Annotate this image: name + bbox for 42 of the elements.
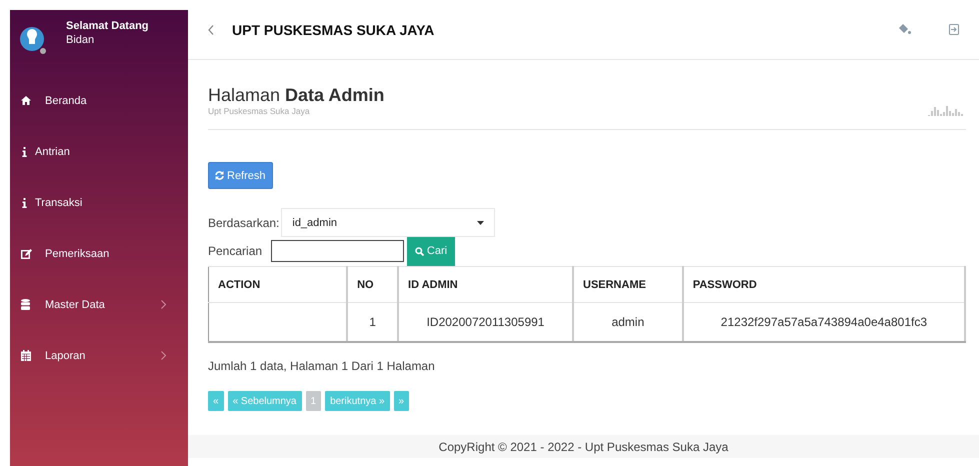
search-icon	[414, 246, 424, 256]
sidebar-item[interactable]: Master Data	[10, 279, 188, 330]
caret-down-icon	[477, 220, 484, 224]
edit-icon	[21, 248, 32, 258]
column-header: NO	[347, 266, 398, 302]
refresh-icon	[215, 171, 224, 180]
filter-label: Berdasarkan:	[208, 216, 280, 230]
info-icon	[22, 198, 27, 208]
sidebar-item[interactable]: Pemeriksaan	[10, 228, 188, 279]
column-header: PASSWORD	[682, 266, 965, 302]
sidebar-item[interactable]: Antrian	[10, 126, 188, 177]
home-icon	[21, 96, 31, 105]
table-cell: 1	[347, 302, 398, 342]
calendar-icon	[21, 350, 31, 361]
page-subtitle: Upt Puskesmas Suka Jaya	[208, 106, 311, 116]
user-role: Bidan	[66, 33, 96, 47]
bar-chart-icon	[928, 106, 966, 116]
sidebar-item[interactable]: Laporan	[10, 330, 188, 381]
app-title: UPT PUSKESMAS SUKA JAYA	[232, 22, 436, 38]
status-dot	[40, 48, 46, 54]
back-button[interactable]	[208, 24, 214, 34]
column-header: ACTION	[208, 266, 348, 302]
info-icon	[22, 146, 27, 156]
greeting-text: Selamat Datang	[66, 19, 149, 33]
page-title: Halaman Data Admin	[208, 85, 384, 105]
search-field[interactable]	[271, 240, 404, 262]
avatar-icon	[20, 25, 44, 53]
chevron-right-icon	[161, 351, 166, 360]
footer-text: CopyRight © 2021 - 2022 - Upt Puskesmas Suka Jaya	[188, 435, 979, 458]
column-header: ID ADMIN	[398, 266, 573, 302]
sidebar-item[interactable]: Beranda	[10, 75, 188, 126]
table-cell: ID2020072011305991	[398, 302, 573, 342]
summary-text: Jumlah 1 data, Halaman 1 Dari 1 Halaman	[208, 359, 436, 373]
chevron-right-icon	[161, 300, 166, 309]
database-icon	[21, 299, 30, 310]
table-cell: admin	[573, 302, 683, 342]
column-header: USERNAME	[573, 266, 683, 302]
logout-icon[interactable]	[949, 24, 959, 35]
table-cell: 21232f297a57a5a743894a0e4a801fc3	[682, 302, 965, 342]
sidebar-item[interactable]: Transaksi	[10, 177, 188, 228]
filter-dropdown[interactable]: id_admin	[281, 208, 496, 237]
search-label: Pencarian	[208, 244, 264, 258]
